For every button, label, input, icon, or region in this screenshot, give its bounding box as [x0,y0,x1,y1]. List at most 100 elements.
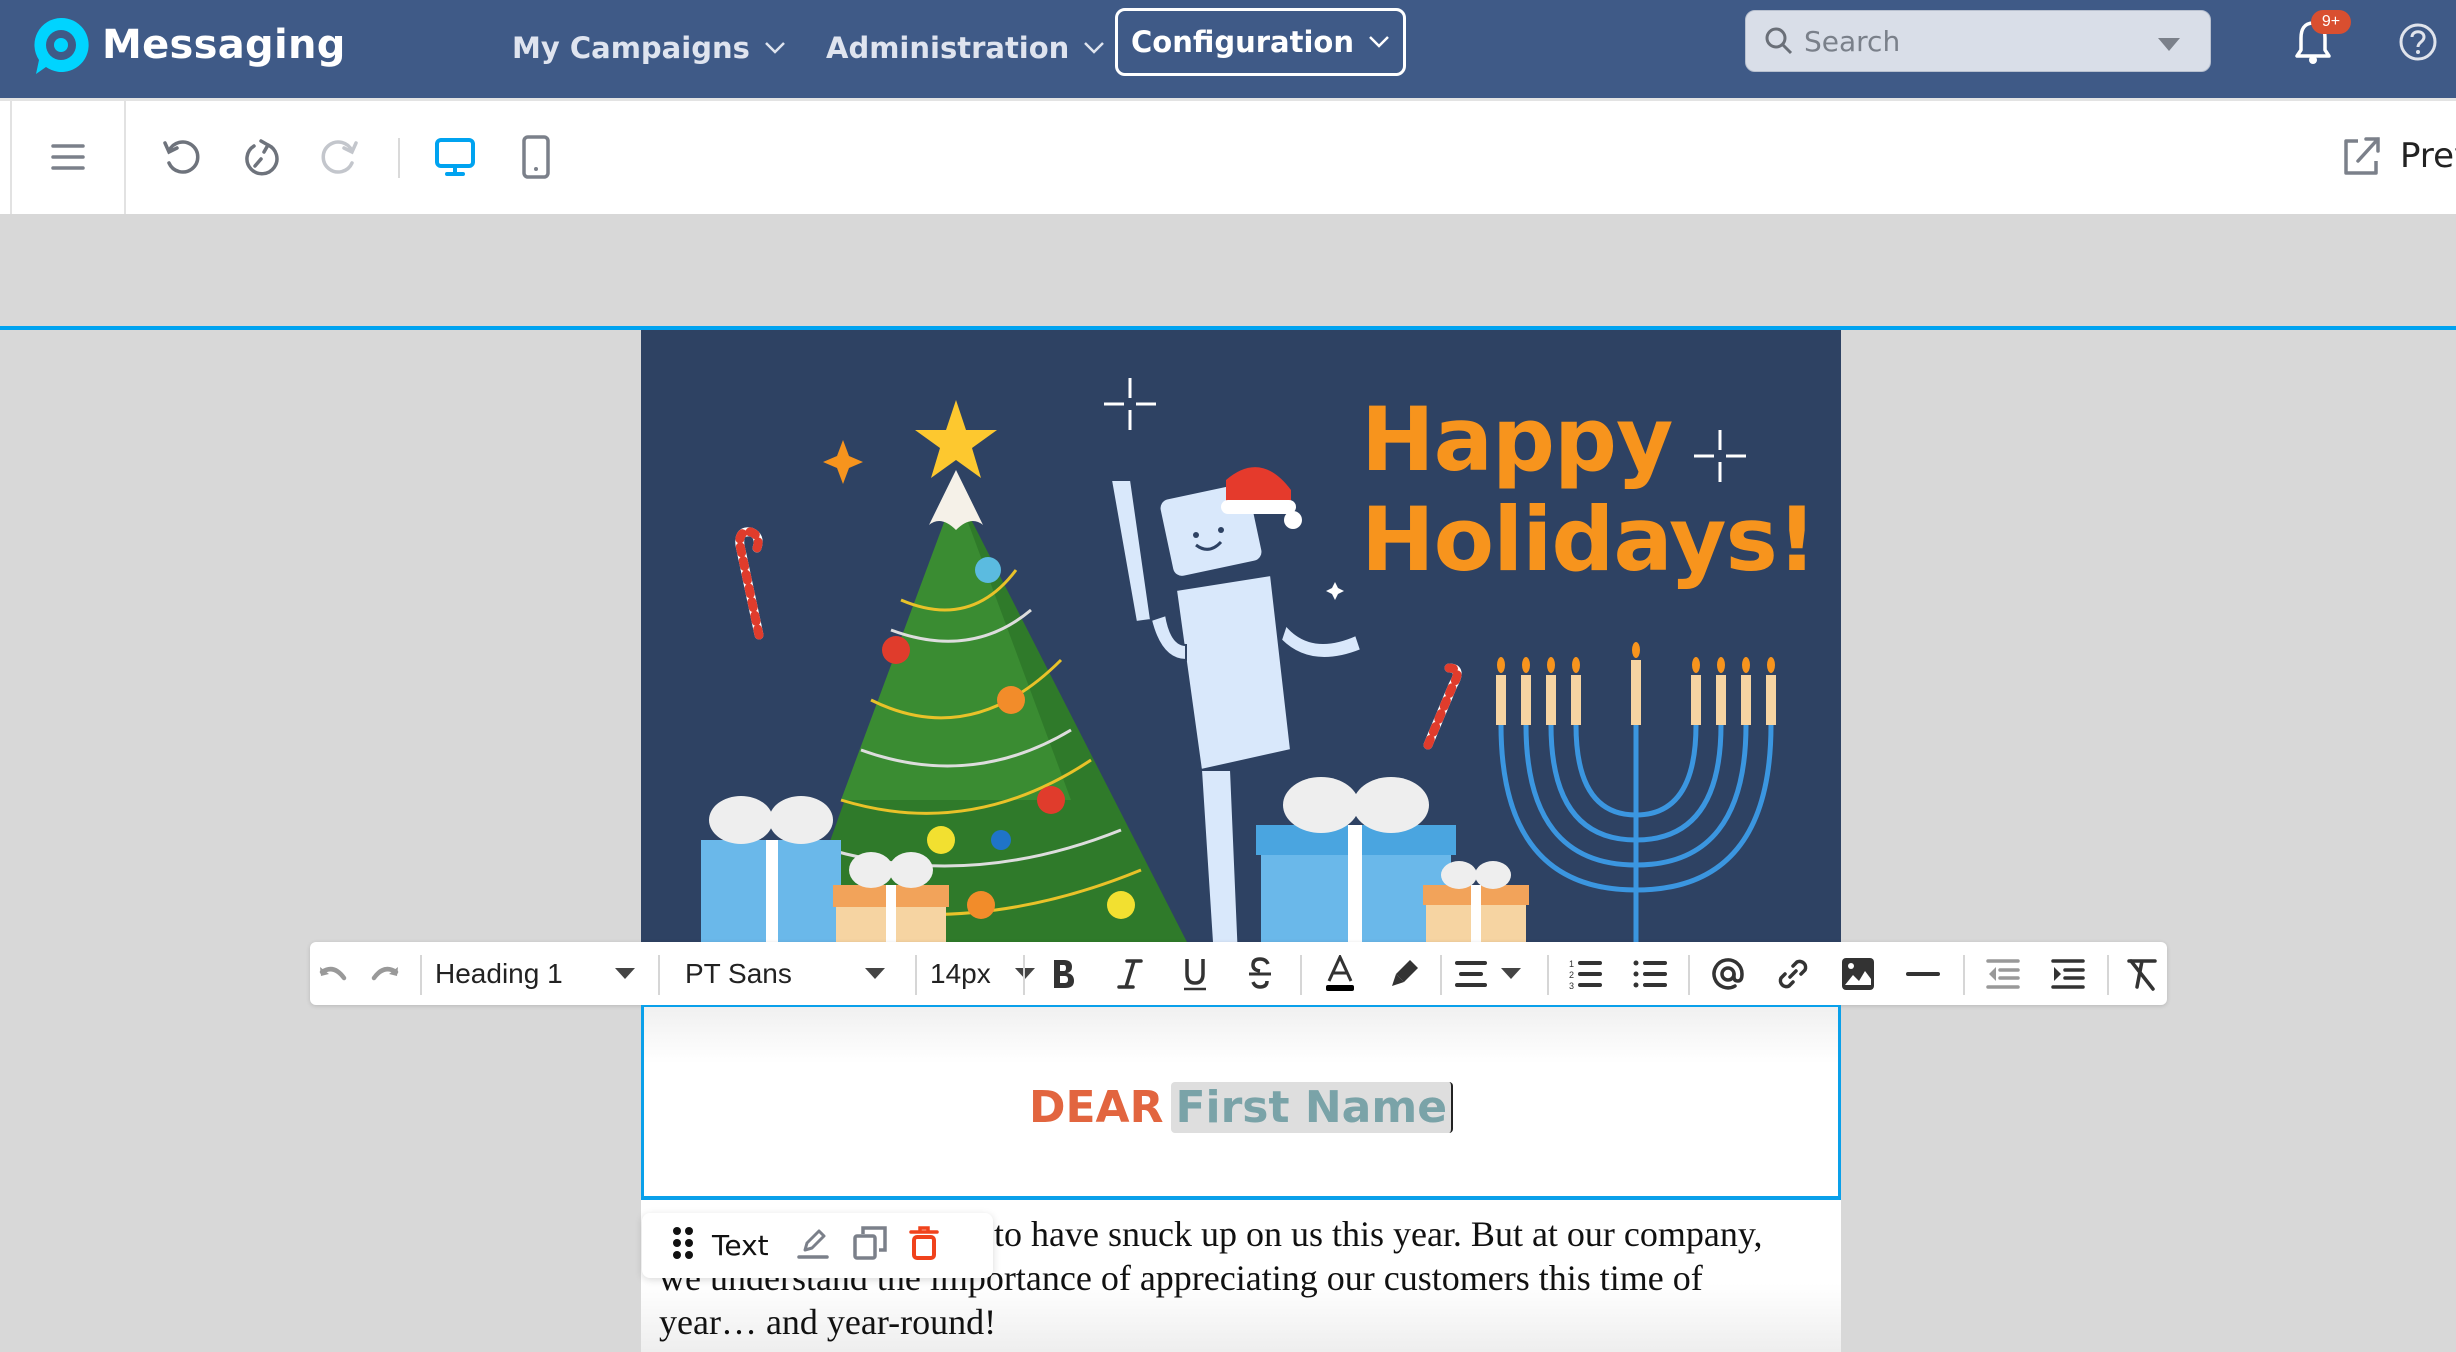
toolbar-separator [1023,955,1025,995]
toolbar-separator [2107,955,2109,995]
toolbar-separator [1440,955,1442,995]
block-type-label: Text [712,1229,769,1262]
app-logo[interactable]: Messaging [30,14,346,76]
editor-toolbar [0,101,2456,214]
font-size-value: 14px [930,957,991,989]
svg-text:3: 3 [1569,981,1574,990]
redo-icon [321,140,358,174]
notification-badge: 9+ [2311,10,2351,34]
font-size-select[interactable]: 14px [930,942,1035,1005]
indent-icon [2051,958,2085,989]
indent-button[interactable] [2043,942,2093,1005]
menu-button[interactable] [46,135,90,179]
format-undo-button[interactable] [310,942,356,1005]
help-icon[interactable] [2398,22,2438,62]
ordered-list-icon: 123 [1569,959,1602,990]
desktop-view-icon [435,138,475,176]
trash-icon [908,1226,939,1260]
link-button[interactable] [1768,942,1818,1005]
ordered-list-button[interactable]: 123 [1560,942,1610,1005]
mention-button[interactable] [1703,942,1753,1005]
font-family-select[interactable]: PT Sans [685,942,885,1005]
desktop-view-button[interactable] [433,135,477,179]
toolbar-divider [10,101,12,214]
horizontal-rule-button[interactable] [1898,942,1948,1005]
headline-line-2: Holidays! [1361,488,1817,591]
undo-button[interactable] [159,135,203,179]
banner-headline: Happy Holidays! [1361,388,1817,591]
nav-my-campaigns-label: My Campaigns [512,31,750,65]
duplicate-icon [852,1226,887,1260]
strikethrough-button[interactable] [1235,942,1285,1005]
font-color-button[interactable] [1315,942,1365,1005]
svg-text:1: 1 [1569,959,1574,969]
toolbar-separator [1688,955,1690,995]
nav-configuration-label: Configuration [1131,25,1354,59]
nav-administration-label: Administration [826,31,1070,65]
search-dropdown-caret-icon[interactable] [2158,38,2180,51]
nav-configuration[interactable]: Configuration [1115,8,1406,76]
bullet-list-button[interactable] [1625,942,1675,1005]
highlighter-icon [1392,959,1418,986]
greeting-text[interactable]: DEAR First Name [644,1082,1838,1133]
outdent-icon [1986,958,2020,989]
clear-formatting-button[interactable] [2117,942,2167,1005]
toolbar-separator [915,955,917,995]
delete-block-button[interactable] [908,1225,939,1266]
bold-button[interactable] [1038,942,1088,1005]
clear-formatting-icon [2127,958,2157,991]
search-box[interactable] [1745,10,2211,72]
app-name: Messaging [102,22,346,68]
highlight-button[interactable] [1380,942,1430,1005]
insert-image-button[interactable] [1833,942,1883,1005]
image-icon [1842,957,1874,990]
holiday-banner-image[interactable]: Happy Holidays! [641,330,1841,1005]
align-center-icon [1455,960,1487,987]
greeting-prefix: DEAR [1028,1082,1164,1133]
first-name-merge-field[interactable]: First Name [1171,1082,1454,1133]
caret-down-icon [865,968,885,979]
redo-button[interactable] [318,135,362,179]
caret-down-icon [615,968,635,979]
underline-icon [1184,958,1206,990]
chevron-down-icon [1369,36,1389,48]
restore-button[interactable] [238,135,282,179]
chevron-down-icon [1084,42,1105,54]
undo-icon [319,966,347,980]
duplicate-block-button[interactable] [852,1226,887,1265]
font-color-icon [1326,954,1354,991]
bold-icon [1054,959,1074,988]
caret-down-icon [1501,968,1521,979]
pencil-icon [796,1229,829,1259]
headline-line-1: Happy [1361,388,1673,491]
restore-history-icon [245,139,279,176]
mobile-view-button[interactable] [514,135,558,179]
toolbar-separator [1963,955,1965,995]
edit-block-button[interactable] [796,1226,831,1265]
greeting-heading-block[interactable]: DEAR First Name [641,1005,1841,1200]
text-format-toolbar: Heading 1 PT Sans 14px 123 [310,942,2167,1005]
drag-handle-icon[interactable] [672,1226,694,1265]
nav-my-campaigns[interactable]: My Campaigns [512,22,786,74]
toolbar-separator [658,955,660,995]
format-redo-button[interactable] [362,942,408,1005]
search-input[interactable] [1804,24,2134,58]
chevron-down-icon [764,42,785,54]
align-select[interactable] [1455,942,1530,1005]
block-format-select[interactable]: Heading 1 [435,942,635,1005]
strikethrough-icon [1249,956,1271,989]
caret-down-icon [1015,968,1035,979]
nav-administration[interactable]: Administration [826,22,1105,74]
toolbar-separator [420,955,422,995]
search-icon [1765,27,1793,55]
toolbar-separator [1300,955,1302,995]
preview-button[interactable]: Prev [2340,135,2456,177]
underline-button[interactable] [1170,942,1220,1005]
block-actions-toolbar: Text [642,1213,993,1278]
italic-button[interactable] [1105,942,1155,1005]
messaging-logo-icon [30,14,92,76]
toolbar-separator [398,138,400,178]
external-link-icon [2344,137,2380,175]
redo-icon [371,966,399,980]
outdent-button[interactable] [1978,942,2028,1005]
